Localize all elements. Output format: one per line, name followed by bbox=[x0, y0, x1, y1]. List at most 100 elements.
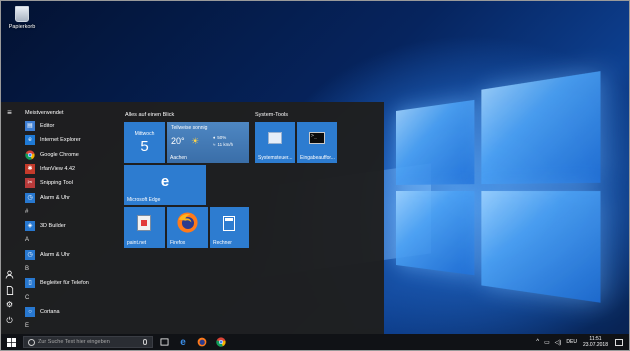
calculator-icon bbox=[223, 216, 235, 231]
irfanview-icon: ✱ bbox=[25, 164, 35, 175]
calculator-tile[interactable]: Rechner bbox=[210, 207, 249, 248]
most-used-header: Meistverwendet bbox=[25, 110, 64, 116]
command-prompt-tile[interactable]: >_ Eingabeauffor... bbox=[297, 122, 337, 163]
settings-gear-icon[interactable]: ⚙ bbox=[5, 300, 14, 309]
cortana-icon: ○ bbox=[25, 307, 35, 317]
power-icon[interactable]: ⏻ bbox=[5, 316, 14, 325]
letter-header-hash[interactable]: # bbox=[21, 205, 116, 219]
app-label: IrfanView 4.42 bbox=[40, 166, 76, 173]
taskbar-chrome-button[interactable] bbox=[213, 334, 229, 350]
app-item-snipping-tool[interactable]: ✂ Snipping Tool bbox=[21, 176, 116, 190]
weather-humidity: ♦ 50% bbox=[213, 135, 227, 140]
firefox-icon bbox=[177, 212, 198, 233]
network-icon[interactable]: ▭ bbox=[544, 339, 550, 346]
calendar-day-name: Mittwoch bbox=[134, 131, 155, 137]
start-menu: ≡ ⚙ ⏻ Meistverwendet ▤ Editor e Internet… bbox=[1, 102, 384, 335]
app-item-irfanview[interactable]: ✱ IrfanView 4.42 bbox=[21, 162, 116, 176]
search-placeholder: Zur Suche Text hier eingeben bbox=[38, 339, 110, 345]
recycle-bin-icon bbox=[15, 6, 29, 22]
clock-date: 23.07.2018 bbox=[582, 342, 608, 348]
taskbar-clock[interactable]: 11:51 23.07.2018 bbox=[583, 336, 608, 348]
search-icon bbox=[28, 338, 35, 346]
app-label: Editor bbox=[40, 123, 55, 130]
chrome-icon bbox=[216, 337, 226, 347]
3d-builder-icon: ◈ bbox=[25, 221, 35, 232]
firefox-tile[interactable]: Firefox bbox=[167, 207, 208, 248]
partly-sunny-icon: ☀ bbox=[191, 136, 200, 146]
command-prompt-icon: >_ bbox=[309, 132, 325, 144]
calculator-tile-label: Rechner bbox=[213, 240, 232, 246]
app-item-cortana[interactable]: ○ Cortana bbox=[21, 305, 116, 319]
app-item-alarm-clock[interactable]: ◷ Alarm & Uhr bbox=[21, 190, 116, 204]
show-hidden-icons-chevron-icon[interactable]: ^ bbox=[536, 339, 539, 345]
wallpaper-windows-logo bbox=[396, 71, 601, 303]
weather-city: Aachen bbox=[170, 155, 187, 161]
taskbar-search-box[interactable]: Zur Suche Text hier eingeben bbox=[23, 336, 153, 348]
edge-icon: e bbox=[160, 173, 170, 190]
control-panel-tile-label: Systemsteuer... bbox=[258, 155, 293, 161]
recycle-bin[interactable]: Papierkorb bbox=[7, 6, 37, 30]
weather-wind: ≈11 km/h bbox=[213, 142, 234, 147]
task-view-button[interactable] bbox=[156, 334, 172, 350]
app-item-3d-builder[interactable]: ◈ 3D Builder bbox=[21, 219, 116, 233]
app-label: Snipping Tool bbox=[40, 180, 73, 187]
weather-tile[interactable]: Teilweise sonnig 20° ☀ ♦ 50% ≈11 km/h Aac… bbox=[167, 122, 249, 163]
tile-group-header-system[interactable]: System-Tools bbox=[255, 112, 288, 118]
alarm-clock-icon: ◷ bbox=[25, 249, 35, 260]
letter-header-a[interactable]: A bbox=[21, 233, 116, 247]
alarm-clock-icon: ◷ bbox=[25, 192, 35, 203]
app-item-internet-explorer[interactable]: e Internet Explorer bbox=[21, 133, 116, 147]
app-label: Begleiter für Telefon bbox=[40, 280, 89, 287]
app-item-google-chrome[interactable]: Google Chrome bbox=[21, 148, 116, 162]
hamburger-menu-icon[interactable]: ≡ bbox=[5, 108, 14, 117]
notepad-icon: ▤ bbox=[25, 121, 35, 132]
weather-humidity-value: 50% bbox=[217, 135, 227, 140]
taskbar: Zur Suche Text hier eingeben e ^ ▭ ◁) DE… bbox=[1, 334, 629, 350]
recycle-bin-label: Papierkorb bbox=[8, 24, 36, 30]
user-account-icon[interactable] bbox=[5, 270, 14, 279]
task-view-icon bbox=[160, 338, 168, 346]
calendar-tile[interactable]: Mittwoch 5 bbox=[124, 122, 165, 163]
app-label: Internet Explorer bbox=[40, 137, 81, 144]
app-label: Google Chrome bbox=[40, 151, 79, 158]
letter-header-e[interactable]: E bbox=[21, 319, 116, 333]
start-button[interactable] bbox=[1, 334, 21, 350]
start-menu-rail: ≡ ⚙ ⏻ bbox=[1, 102, 18, 335]
internet-explorer-icon: e bbox=[25, 135, 35, 146]
app-item-alarm-clock[interactable]: ◷ Alarm & Uhr bbox=[21, 248, 116, 262]
paint-net-tile[interactable]: paint.net bbox=[124, 207, 165, 248]
letter-header-b[interactable]: B bbox=[21, 262, 116, 276]
weather-temperature: 20° bbox=[171, 136, 185, 146]
calendar-day-number: 5 bbox=[140, 138, 149, 155]
snipping-tool-icon: ✂ bbox=[25, 178, 35, 189]
system-tray: ^ ▭ ◁) DEU 11:51 23.07.2018 bbox=[531, 334, 623, 350]
microphone-icon[interactable] bbox=[143, 339, 147, 345]
paint-net-tile-label: paint.net bbox=[127, 240, 147, 246]
windows-start-icon bbox=[6, 337, 16, 347]
action-center-icon[interactable] bbox=[615, 338, 623, 346]
app-item-editor[interactable]: ▤ Editor bbox=[21, 119, 116, 133]
chrome-icon bbox=[25, 150, 35, 160]
paint-net-icon bbox=[137, 215, 151, 231]
volume-icon[interactable]: ◁) bbox=[555, 339, 562, 346]
app-item-phone-companion[interactable]: ▯ Begleiter für Telefon bbox=[21, 276, 116, 290]
app-label: 3D Builder bbox=[40, 223, 66, 230]
phone-companion-icon: ▯ bbox=[25, 278, 35, 289]
weather-condition: Teilweise sonnig bbox=[171, 125, 208, 131]
control-panel-icon bbox=[268, 132, 282, 144]
tile-group-header-glance[interactable]: Alles auf einen Blick bbox=[125, 112, 174, 118]
edge-tile-label: Microsoft Edge bbox=[127, 197, 161, 203]
app-label: Alarm & Uhr bbox=[40, 194, 70, 201]
letter-header-c[interactable]: C bbox=[21, 291, 116, 305]
edge-icon: e bbox=[180, 336, 186, 348]
firefox-tile-label: Firefox bbox=[170, 240, 186, 246]
app-label: Cortana bbox=[40, 309, 60, 315]
input-language[interactable]: DEU bbox=[566, 339, 577, 345]
taskbar-firefox-button[interactable] bbox=[194, 334, 210, 350]
taskbar-edge-button[interactable]: e bbox=[175, 334, 191, 350]
firefox-icon bbox=[197, 337, 207, 347]
app-list: Meistverwendet ▤ Editor e Internet Explo… bbox=[21, 108, 116, 333]
control-panel-tile[interactable]: Systemsteuer... bbox=[255, 122, 295, 163]
edge-tile[interactable]: e Microsoft Edge bbox=[124, 165, 206, 205]
documents-icon[interactable] bbox=[5, 286, 14, 295]
